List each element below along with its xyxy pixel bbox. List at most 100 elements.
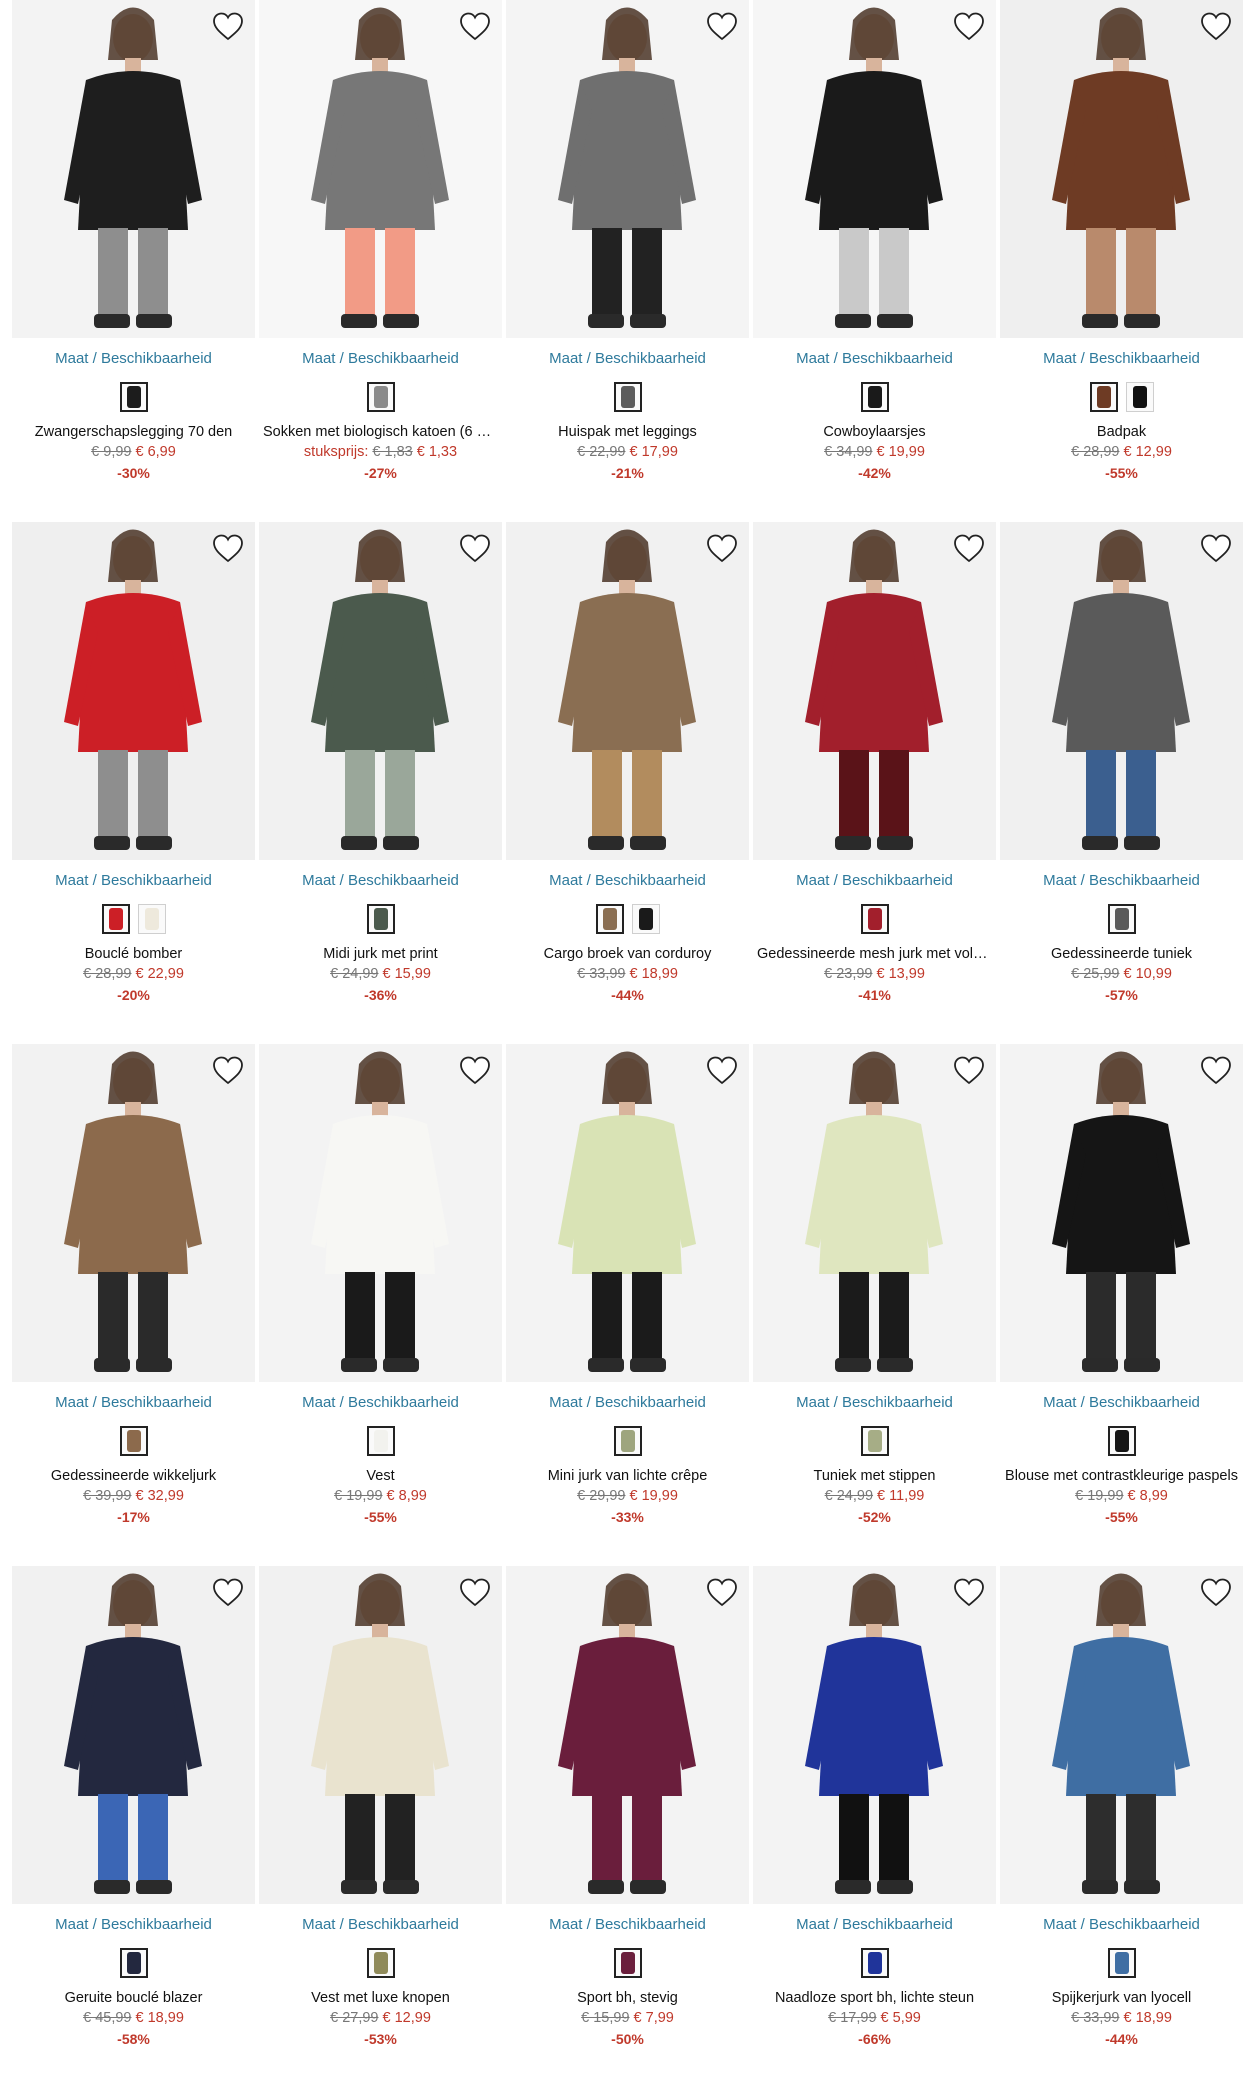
wishlist-heart-icon[interactable] — [1199, 532, 1233, 566]
color-swatch[interactable] — [1125, 382, 1154, 412]
product-name[interactable]: Sport bh, stevig — [506, 1990, 749, 2006]
product-card[interactable]: Maat / Beschikbaarheid Geruite bouclé bla… — [12, 1566, 255, 2076]
product-card[interactable]: Maat / Beschikbaarheid Vest met luxe knop… — [259, 1566, 502, 2076]
color-swatch[interactable] — [595, 904, 624, 934]
color-swatch[interactable] — [1107, 1426, 1136, 1456]
product-image[interactable] — [259, 0, 502, 338]
product-card[interactable]: Maat / Beschikbaarheid Naadloze sport bh,… — [753, 1566, 996, 2076]
size-availability-link[interactable]: Maat / Beschikbaarheid — [259, 1916, 502, 1933]
color-swatch[interactable] — [366, 382, 395, 412]
wishlist-heart-icon[interactable] — [952, 1054, 986, 1088]
product-image[interactable] — [506, 1566, 749, 1904]
size-availability-link[interactable]: Maat / Beschikbaarheid — [12, 1916, 255, 1933]
size-availability-link[interactable]: Maat / Beschikbaarheid — [506, 1394, 749, 1411]
color-swatch[interactable] — [1089, 382, 1118, 412]
wishlist-heart-icon[interactable] — [1199, 1054, 1233, 1088]
size-availability-link[interactable]: Maat / Beschikbaarheid — [753, 872, 996, 889]
product-card[interactable]: Maat / Beschikbaarheid Huispak met leggin… — [506, 0, 749, 510]
color-swatch[interactable] — [1107, 904, 1136, 934]
product-card[interactable]: Maat / Beschikbaarheid Sport bh, stevig € … — [506, 1566, 749, 2076]
wishlist-heart-icon[interactable] — [705, 1054, 739, 1088]
size-availability-link[interactable]: Maat / Beschikbaarheid — [259, 1394, 502, 1411]
product-name[interactable]: Cargo broek van corduroy — [506, 946, 749, 962]
size-availability-link[interactable]: Maat / Beschikbaarheid — [12, 1394, 255, 1411]
color-swatch[interactable] — [860, 382, 889, 412]
product-name[interactable]: Vest — [259, 1468, 502, 1484]
size-availability-link[interactable]: Maat / Beschikbaarheid — [12, 872, 255, 889]
product-name[interactable]: Midi jurk met print — [259, 946, 502, 962]
product-image[interactable] — [1000, 1566, 1243, 1904]
color-swatch[interactable] — [119, 382, 148, 412]
product-card[interactable]: Maat / Beschikbaarheid Vest € 19,99 € 8,99 -… — [259, 1044, 502, 1554]
product-image[interactable] — [753, 1566, 996, 1904]
color-swatch[interactable] — [631, 904, 660, 934]
color-swatch[interactable] — [613, 1426, 642, 1456]
product-image[interactable] — [506, 0, 749, 338]
product-image[interactable] — [1000, 522, 1243, 860]
color-swatch[interactable] — [366, 1426, 395, 1456]
product-name[interactable]: Mini jurk van lichte crêpe — [506, 1468, 749, 1484]
wishlist-heart-icon[interactable] — [952, 532, 986, 566]
product-card[interactable]: Maat / Beschikbaarheid Zwangerschapsleggi… — [12, 0, 255, 510]
color-swatch[interactable] — [613, 1948, 642, 1978]
size-availability-link[interactable]: Maat / Beschikbaarheid — [753, 350, 996, 367]
wishlist-heart-icon[interactable] — [705, 1576, 739, 1610]
product-name[interactable]: Zwangerschapslegging 70 den — [12, 424, 255, 440]
product-card[interactable]: Maat / Beschikbaarheid Mini jurk van lich… — [506, 1044, 749, 1554]
color-swatch[interactable] — [860, 1948, 889, 1978]
product-image[interactable] — [753, 522, 996, 860]
wishlist-heart-icon[interactable] — [705, 532, 739, 566]
color-swatch[interactable] — [613, 382, 642, 412]
product-name[interactable]: Geruite bouclé blazer — [12, 1990, 255, 2006]
product-image[interactable] — [259, 1566, 502, 1904]
product-name[interactable]: Cowboylaarsjes — [753, 424, 996, 440]
wishlist-heart-icon[interactable] — [458, 1054, 492, 1088]
product-name[interactable]: Gedessineerde mesh jurk met volants — [753, 946, 996, 962]
size-availability-link[interactable]: Maat / Beschikbaarheid — [1000, 1916, 1243, 1933]
product-card[interactable]: Maat / Beschikbaarheid Badpak € 28,99 € 12,… — [1000, 0, 1243, 510]
product-card[interactable]: Maat / Beschikbaarheid Cowboylaarsjes € 34… — [753, 0, 996, 510]
wishlist-heart-icon[interactable] — [211, 1576, 245, 1610]
product-name[interactable]: Badpak — [1000, 424, 1243, 440]
product-card[interactable]: Maat / Beschikbaarheid Midi jurk met prin… — [259, 522, 502, 1032]
wishlist-heart-icon[interactable] — [1199, 1576, 1233, 1610]
size-availability-link[interactable]: Maat / Beschikbaarheid — [506, 350, 749, 367]
product-image[interactable] — [1000, 0, 1243, 338]
wishlist-heart-icon[interactable] — [211, 10, 245, 44]
product-card[interactable]: Maat / Beschikbaarheid Blouse met contras… — [1000, 1044, 1243, 1554]
product-name[interactable]: Gedessineerde wikkeljurk — [12, 1468, 255, 1484]
product-image[interactable] — [12, 0, 255, 338]
size-availability-link[interactable]: Maat / Beschikbaarheid — [259, 872, 502, 889]
color-swatch[interactable] — [366, 1948, 395, 1978]
wishlist-heart-icon[interactable] — [458, 10, 492, 44]
wishlist-heart-icon[interactable] — [1199, 10, 1233, 44]
product-name[interactable]: Bouclé bomber — [12, 946, 255, 962]
color-swatch[interactable] — [119, 1948, 148, 1978]
color-swatch[interactable] — [860, 904, 889, 934]
product-card[interactable]: Maat / Beschikbaarheid Tuniek met stippen… — [753, 1044, 996, 1554]
product-name[interactable]: Tuniek met stippen — [753, 1468, 996, 1484]
size-availability-link[interactable]: Maat / Beschikbaarheid — [1000, 1394, 1243, 1411]
product-name[interactable]: Sokken met biologisch katoen (6 pa... — [259, 424, 502, 440]
color-swatch[interactable] — [119, 1426, 148, 1456]
wishlist-heart-icon[interactable] — [211, 532, 245, 566]
product-card[interactable]: Maat / Beschikbaarheid Gedessineerde wikk… — [12, 1044, 255, 1554]
color-swatch[interactable] — [366, 904, 395, 934]
wishlist-heart-icon[interactable] — [705, 10, 739, 44]
size-availability-link[interactable]: Maat / Beschikbaarheid — [506, 872, 749, 889]
color-swatch[interactable] — [860, 1426, 889, 1456]
size-availability-link[interactable]: Maat / Beschikbaarheid — [1000, 350, 1243, 367]
product-card[interactable]: Maat / Beschikbaarheid Bouclé bomber € 28,… — [12, 522, 255, 1032]
product-image[interactable] — [12, 1566, 255, 1904]
size-availability-link[interactable]: Maat / Beschikbaarheid — [259, 350, 502, 367]
product-card[interactable]: Maat / Beschikbaarheid Cargo broek van co… — [506, 522, 749, 1032]
size-availability-link[interactable]: Maat / Beschikbaarheid — [506, 1916, 749, 1933]
wishlist-heart-icon[interactable] — [458, 532, 492, 566]
product-card[interactable]: Maat / Beschikbaarheid Gedessineerde tuni… — [1000, 522, 1243, 1032]
product-image[interactable] — [259, 1044, 502, 1382]
product-name[interactable]: Gedessineerde tuniek — [1000, 946, 1243, 962]
product-card[interactable]: Maat / Beschikbaarheid Gedessineerde mesh… — [753, 522, 996, 1032]
color-swatch[interactable] — [1107, 1948, 1136, 1978]
product-image[interactable] — [259, 522, 502, 860]
product-card[interactable]: Maat / Beschikbaarheid Sokken met biologi… — [259, 0, 502, 510]
